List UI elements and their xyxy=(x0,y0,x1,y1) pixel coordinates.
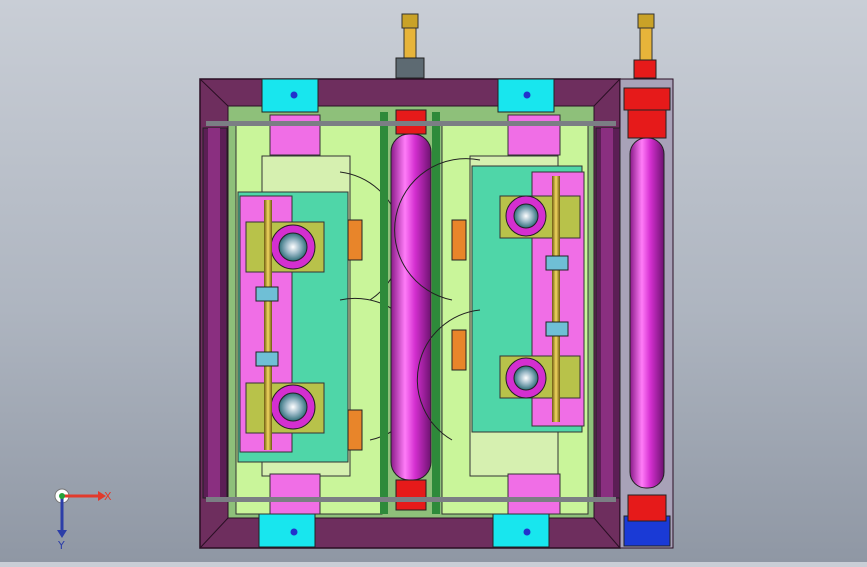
assembly-drawing[interactable]: X Y xyxy=(0,0,867,562)
top-connectors xyxy=(395,13,657,79)
x-axis-label: X xyxy=(104,490,112,503)
cad-viewport[interactable]: X Y xyxy=(0,0,867,562)
coordinate-triad xyxy=(54,488,106,538)
right-roll xyxy=(629,137,665,489)
y-axis-label: Y xyxy=(57,539,65,552)
